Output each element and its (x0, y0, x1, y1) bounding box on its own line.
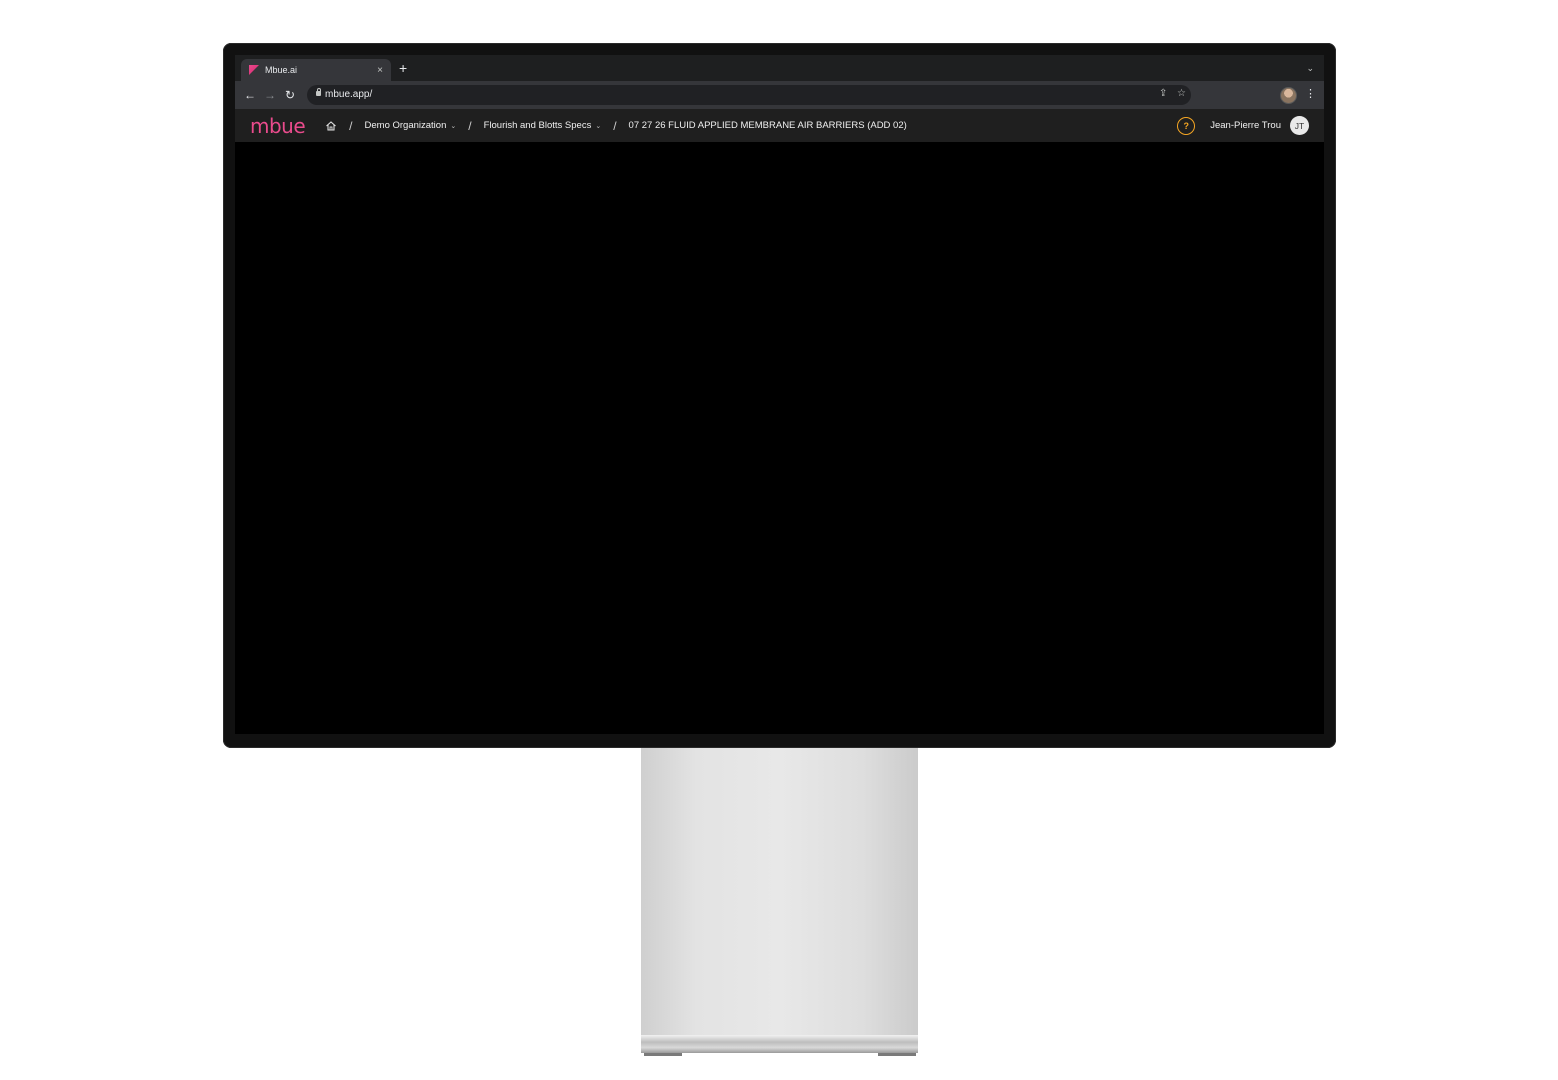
lock-icon (316, 88, 321, 96)
chevron-down-icon: ⌄ (450, 122, 457, 130)
browser-tab-strip: Mbue.ai × + ⌄ (235, 55, 1324, 81)
tab-search-chevron-icon[interactable]: ⌄ (1306, 63, 1314, 74)
mbue-favicon-icon (249, 65, 259, 75)
chevron-down-icon: ⌄ (595, 122, 602, 130)
browser-toolbar: ← → ↻ mbue.app/ ⇪ ☆ ⋮ (235, 81, 1324, 109)
help-button[interactable]: ? (1177, 116, 1196, 135)
reload-button[interactable]: ↻ (283, 88, 297, 102)
breadcrumb-organization[interactable]: Demo Organization ⌄ (365, 120, 457, 131)
breadcrumb-separator: / (613, 118, 617, 133)
address-bar[interactable]: mbue.app/ ⇪ ☆ (307, 85, 1191, 105)
monitor-stand-base (641, 1035, 918, 1053)
tab-title: Mbue.ai (265, 65, 298, 75)
share-icon[interactable]: ⇪ (1159, 88, 1167, 99)
browser-profile-avatar[interactable] (1280, 87, 1297, 104)
breadcrumb-project[interactable]: Flourish and Blotts Specs ⌄ (484, 120, 602, 131)
mbue-logo[interactable]: mbue (250, 114, 306, 138)
close-tab-icon[interactable]: × (377, 65, 383, 76)
breadcrumb-project-label: Flourish and Blotts Specs (483, 120, 592, 131)
user-avatar[interactable]: JT (1290, 116, 1309, 135)
bookmark-star-icon[interactable]: ☆ (1177, 88, 1186, 99)
breadcrumb-organization-label: Demo Organization (364, 120, 447, 131)
browser-menu-icon[interactable]: ⋮ (1305, 87, 1316, 101)
url-text: mbue.app/ (325, 89, 373, 100)
new-tab-button[interactable]: + (399, 61, 407, 75)
main-content (235, 142, 1324, 734)
monitor-stand (641, 748, 918, 1038)
user-name: Jean-Pierre Trou (1210, 120, 1281, 131)
breadcrumb-current-document: 07 27 26 FLUID APPLIED MEMBRANE AIR BARR… (628, 120, 907, 131)
breadcrumb-separator: / (468, 118, 472, 133)
stand-foot-left (644, 1053, 682, 1056)
app-header: mbue / Demo Organization ⌄ / Flourish an… (235, 109, 1324, 142)
stand-foot-right (878, 1053, 916, 1056)
monitor-frame: Mbue.ai × + ⌄ ← → ↻ mbue.app/ ⇪ ☆ ⋮ mbue (223, 43, 1336, 748)
screen: Mbue.ai × + ⌄ ← → ↻ mbue.app/ ⇪ ☆ ⋮ mbue (235, 55, 1324, 734)
back-button[interactable]: ← (243, 88, 257, 102)
breadcrumb-separator: / (349, 118, 353, 133)
home-icon[interactable] (325, 120, 337, 132)
forward-button[interactable]: → (263, 88, 277, 102)
browser-tab[interactable]: Mbue.ai × (241, 59, 391, 81)
